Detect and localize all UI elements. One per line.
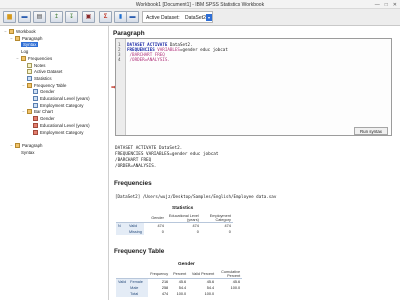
- window-controls: — □ ✕: [375, 2, 397, 8]
- tree-node-label: Paragraph: [22, 35, 43, 41]
- tree-node-label: Paragraph: [22, 142, 43, 148]
- note-icon: [27, 69, 32, 75]
- syntax-editor[interactable]: 1 DATASET ACTIVATE DataSet2. 2 FREQUENCIES…: [115, 38, 392, 136]
- tree-node-label: Syntax: [21, 149, 35, 155]
- tree-node-employment-category[interactable]: Employment Category: [27, 129, 83, 136]
- log-line: DATASET ACTIVATE DataSet2.: [115, 146, 183, 151]
- column-header: Gender: [151, 216, 164, 220]
- tree-node-syntax[interactable]: Syntax: [15, 149, 135, 156]
- tree-node-label: Frequencies: [28, 55, 53, 61]
- log-line: FREQUENCIES VARIABLES=gender educ jobcat: [115, 152, 219, 157]
- expand-toggle-icon[interactable]: −: [15, 56, 20, 61]
- note-icon: [27, 62, 32, 68]
- folder-icon: [27, 109, 32, 115]
- gender-table[interactable]: Frequency Percent Valid Percent Cumulati…: [116, 270, 243, 297]
- active-dataset-value: DataSet2: [185, 15, 206, 21]
- active-dataset-selector[interactable]: Active Dataset: DataSet2 ▾: [142, 11, 213, 23]
- table-row: Total 474 100.0 100.0: [116, 290, 242, 297]
- tree-node-label: Employment Category: [40, 129, 84, 135]
- table-icon: [33, 89, 38, 95]
- table-header-row: Frequency Percent Valid Percent Cumulati…: [116, 270, 242, 279]
- frequency-table-heading: Frequency Table: [114, 248, 165, 255]
- folder-icon: [27, 82, 32, 88]
- table-icon: [33, 102, 38, 108]
- save-icon: ▬: [21, 14, 28, 20]
- export-icon: ↥: [53, 14, 60, 20]
- spss-icon: Σ: [103, 14, 108, 20]
- gender-caption: Gender: [178, 262, 195, 267]
- column-header: Cumulative Percent: [221, 270, 241, 278]
- toolbar: ▆ ▬ ▤ ↥ ↧ ▣ Σ ▮ ▬ Active Dataset: DataSe…: [0, 9, 400, 26]
- folder-icon: [9, 29, 14, 34]
- log-line: /ORDER=ANALYSIS.: [115, 164, 157, 169]
- expand-toggle-icon[interactable]: −: [9, 36, 14, 41]
- export-button[interactable]: ↥: [50, 11, 63, 23]
- column-header: Percent: [173, 272, 187, 276]
- paragraph-heading: Paragraph: [113, 30, 145, 37]
- save-data-button[interactable]: ▬: [126, 11, 139, 23]
- table-header-row: Gender Educational Level (years) Employm…: [116, 214, 233, 223]
- expand-toggle-icon[interactable]: −: [3, 29, 8, 34]
- chart-icon: [33, 122, 38, 128]
- folder-icon: [15, 35, 20, 41]
- chevron-down-icon[interactable]: ▾: [206, 14, 212, 21]
- table-icon: [33, 96, 38, 101]
- print-icon: ▤: [36, 14, 43, 20]
- syntax-line[interactable]: 4 /ORDER=ANALYSIS.: [118, 57, 170, 62]
- expand-toggle-icon[interactable]: −: [9, 143, 14, 148]
- import-icon: ↧: [68, 14, 75, 20]
- tree-node-label: Employment Category: [40, 102, 84, 108]
- run-syntax-button[interactable]: Run syntax: [354, 127, 388, 135]
- column-header: Educational Level (years): [168, 214, 199, 222]
- tree-node-label: Frequency Table: [34, 82, 67, 88]
- open-button[interactable]: ▆: [3, 11, 16, 23]
- title-bar: Workbook1 [Document1] - IBM SPSS Statist…: [0, 0, 400, 9]
- tree-node-label: Active Dataset: [34, 69, 63, 75]
- active-dataset-label: Active Dataset:: [146, 15, 180, 21]
- folder-icon: [21, 55, 26, 61]
- log-line: /BARCHART FREQ: [115, 158, 152, 163]
- close-button[interactable]: ✕: [393, 2, 397, 8]
- table-icon: [27, 75, 32, 81]
- column-header: Frequency: [150, 272, 169, 276]
- save-data-icon: ▬: [129, 14, 136, 20]
- tree-node-label: Gender: [40, 116, 55, 122]
- goto-case-icon: ▮: [118, 14, 123, 20]
- table-row: Missing 0 0 0: [116, 228, 233, 235]
- import-button[interactable]: ↧: [65, 11, 78, 23]
- tree-node-label: Workbook: [16, 29, 36, 34]
- tree-node-label: Syntax: [21, 42, 39, 48]
- tree-node-label: Educational Level (years): [40, 122, 90, 128]
- recall-dialog-icon: ▣: [85, 14, 92, 20]
- tree-node-label: Log: [21, 49, 29, 55]
- maximize-button[interactable]: □: [385, 2, 388, 8]
- tree-node-label: Bar Chart: [34, 109, 53, 115]
- recall-dialog-button[interactable]: ▣: [82, 11, 95, 23]
- print-button[interactable]: ▤: [33, 11, 46, 23]
- window-title: Workbook1 [Document1] - IBM SPSS Statist…: [135, 2, 265, 8]
- statistics-caption: Statistics: [172, 206, 194, 211]
- frequencies-heading: Frequencies: [114, 180, 152, 187]
- outline-tree: − Workbook − Paragraph Syntax Log − Frequencies…: [0, 26, 135, 300]
- expand-toggle-icon[interactable]: −: [21, 83, 26, 88]
- spss-button[interactable]: Σ: [99, 11, 112, 23]
- tree-node-label: Gender: [40, 89, 55, 95]
- tree-node-label: Notes: [34, 62, 46, 68]
- chart-icon: [33, 116, 38, 122]
- expand-toggle-icon[interactable]: −: [21, 109, 26, 114]
- chart-icon: [33, 129, 38, 135]
- statistics-table[interactable]: Gender Educational Level (years) Employm…: [116, 214, 233, 235]
- minimize-button[interactable]: —: [375, 2, 380, 8]
- folder-icon: [15, 142, 20, 148]
- dataset-path: [DataSet2] /Users/wujz/Desktop/Samples/E…: [115, 194, 277, 199]
- column-header: Valid Percent: [191, 272, 215, 276]
- tree-node-label: Educational Level (years): [40, 96, 90, 101]
- tree-node-label: Statistics: [34, 75, 52, 81]
- save-button[interactable]: ▬: [18, 11, 31, 23]
- column-header: Employment Category: [209, 214, 231, 222]
- open-icon: ▆: [7, 14, 12, 20]
